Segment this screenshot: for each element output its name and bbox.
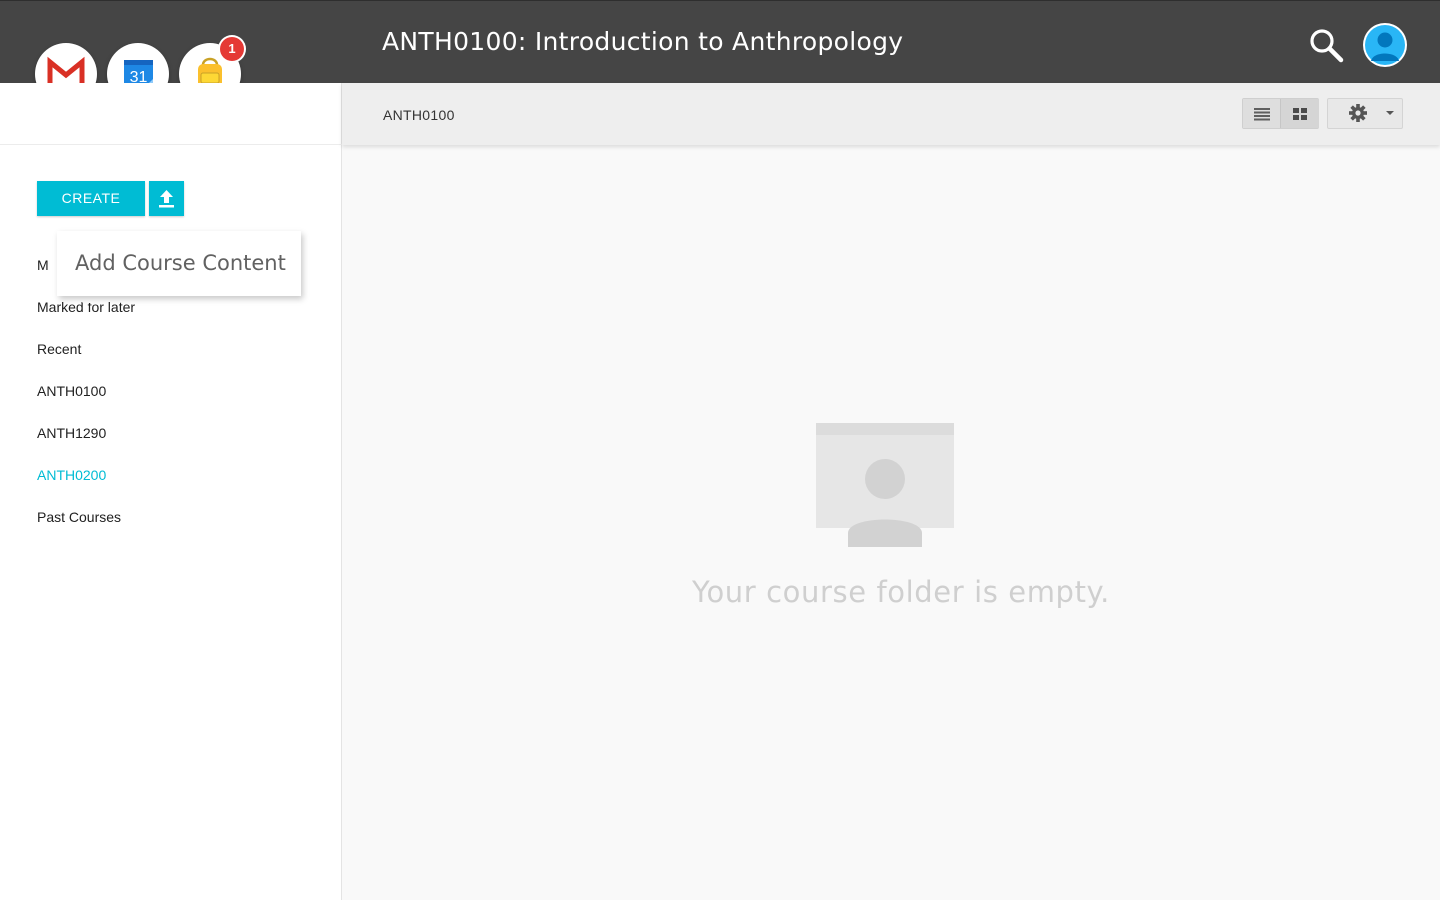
empty-state-message: Your course folder is empty. <box>692 575 1110 609</box>
search-button[interactable] <box>1306 25 1346 65</box>
upload-button[interactable] <box>149 181 184 216</box>
sidebar-item-recent[interactable]: Recent <box>37 341 81 357</box>
grid-view-icon <box>1293 108 1307 120</box>
view-toggle <box>1242 98 1319 129</box>
chevron-down-icon <box>1386 111 1394 115</box>
search-icon <box>1310 29 1344 63</box>
sidebar-item-m[interactable]: M <box>37 257 49 273</box>
settings-dropdown-button[interactable] <box>1327 98 1403 129</box>
upload-icon <box>159 190 174 208</box>
notification-badge: 1 <box>220 37 244 61</box>
sidebar-item-anth1290[interactable]: ANTH1290 <box>37 425 106 441</box>
sidebar-item-anth0100[interactable]: ANTH0100 <box>37 383 106 399</box>
user-avatar-icon <box>1365 25 1405 65</box>
tooltip-text: Add Course Content <box>75 251 286 275</box>
gear-icon <box>1349 104 1394 122</box>
sidebar: CREATE M Marked for later Recent ANTH010… <box>0 83 342 900</box>
subheader-bar: ANTH0100 <box>342 83 1440 145</box>
page-title: ANTH0100: Introduction to Anthropology <box>382 27 904 56</box>
main-content: ANTH0100 Your course folder is empty. <box>342 83 1440 900</box>
grid-view-button[interactable] <box>1281 99 1319 128</box>
list-view-icon <box>1254 108 1270 121</box>
sidebar-item-anth0200[interactable]: ANTH0200 <box>37 467 106 483</box>
sidebar-item-past-courses[interactable]: Past Courses <box>37 509 121 525</box>
user-avatar[interactable] <box>1363 23 1407 67</box>
sidebar-divider <box>0 144 342 145</box>
add-course-content-tooltip: Add Course Content <box>57 231 301 296</box>
empty-folder-illustration <box>816 423 954 547</box>
list-view-button[interactable] <box>1243 99 1281 128</box>
breadcrumb[interactable]: ANTH0100 <box>383 107 455 123</box>
create-button[interactable]: CREATE <box>37 181 145 216</box>
